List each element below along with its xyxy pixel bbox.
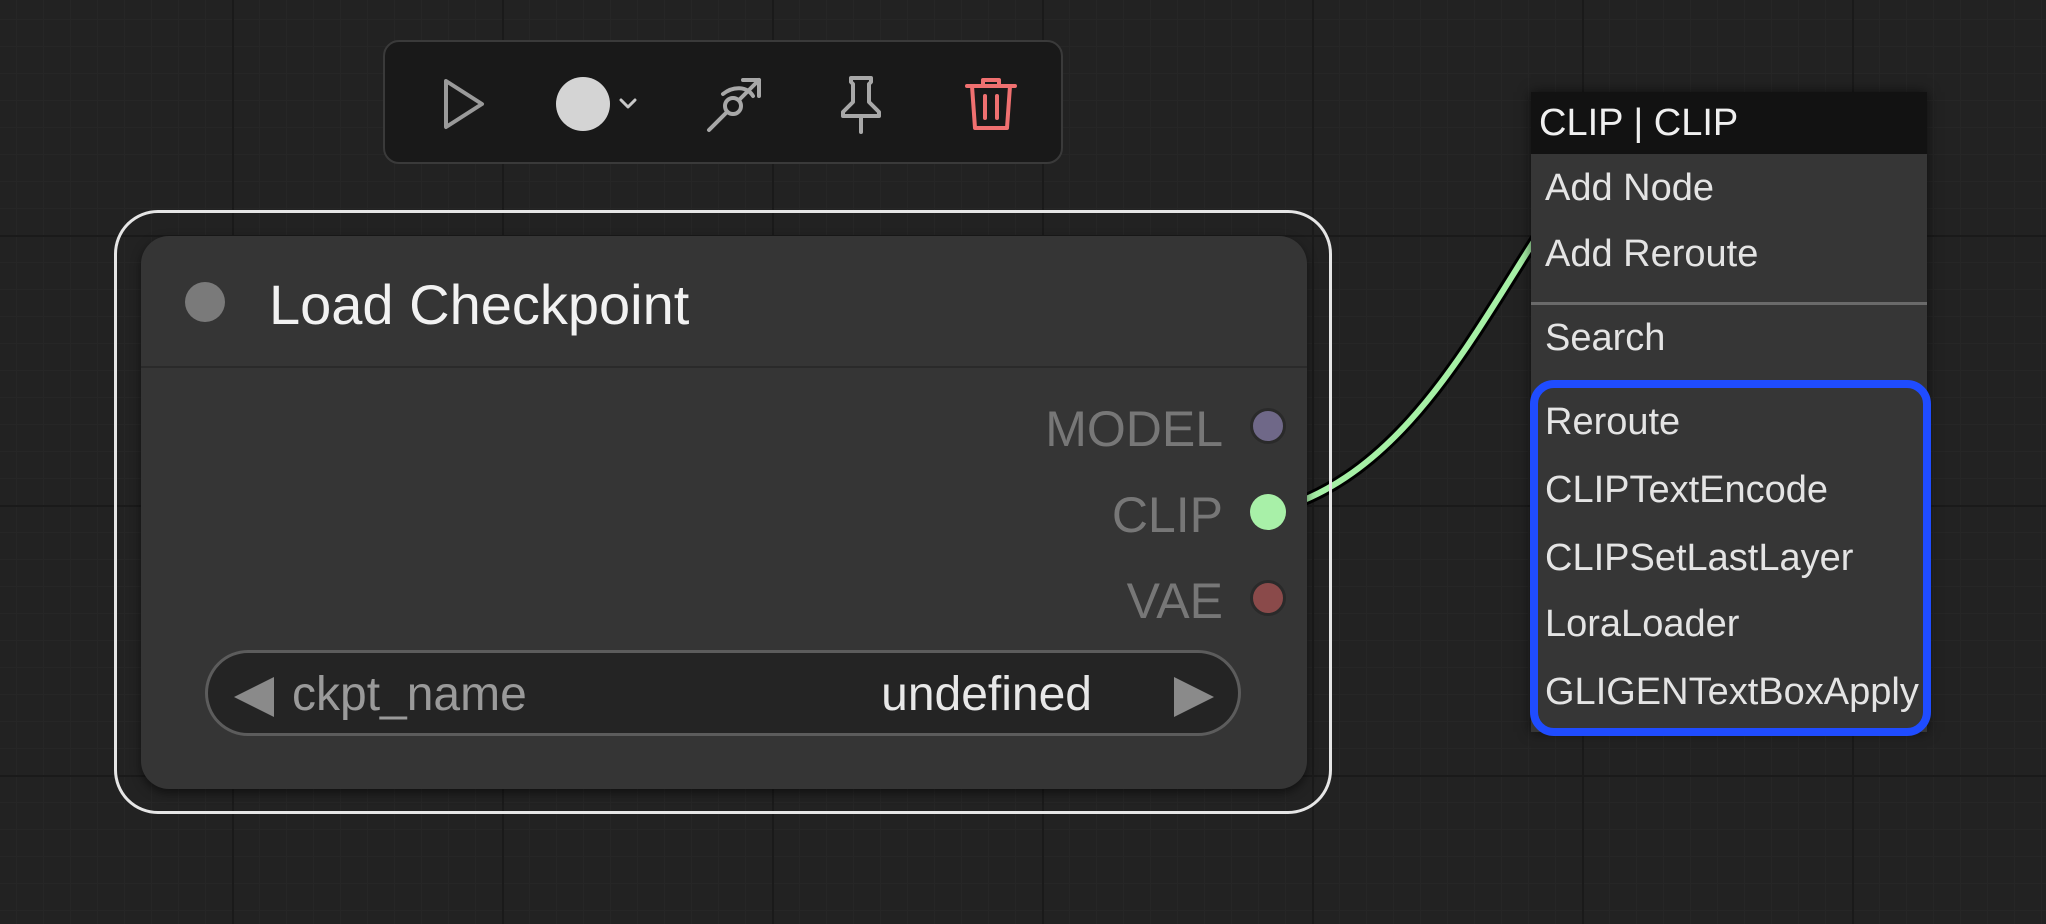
menu-item-loraloader[interactable]: LoraLoader: [1531, 592, 1927, 656]
ckpt-name-combo-widget[interactable]: ckpt_name undefined: [205, 650, 1241, 736]
circle-icon: [556, 77, 637, 131]
menu-item-clipsetlastlayer[interactable]: CLIPSetLastLayer: [1531, 526, 1927, 590]
menu-item-reroute[interactable]: Reroute: [1531, 390, 1927, 454]
node-title-bar[interactable]: Load Checkpoint: [141, 236, 1307, 368]
graph-canvas[interactable]: Load Checkpoint MODEL CLIP VAE ckpt_name…: [0, 0, 2046, 924]
bypass-button[interactable]: [695, 64, 775, 144]
widget-value[interactable]: undefined: [881, 667, 1092, 722]
menu-item-add-reroute[interactable]: Add Reroute: [1531, 222, 1927, 286]
increment-arrow-icon[interactable]: [1174, 677, 1214, 717]
bypass-icon: [707, 78, 761, 132]
pin-button[interactable]: [821, 64, 901, 144]
collapse-dot-icon[interactable]: [185, 282, 225, 322]
menu-item-gligentextboxapply[interactable]: GLIGENTextBoxApply: [1531, 660, 1927, 724]
output-label-vae: VAE: [1126, 573, 1223, 629]
menu-separator: [1531, 302, 1927, 305]
output-label-clip: CLIP: [1111, 487, 1223, 543]
menu-item-add-node[interactable]: Add Node: [1531, 156, 1927, 220]
output-slot-vae[interactable]: [1250, 580, 1286, 616]
menu-item-cliptextencode[interactable]: CLIPTextEncode: [1531, 458, 1927, 522]
delete-button[interactable]: [951, 64, 1031, 144]
execute-button[interactable]: [423, 64, 503, 144]
menu-item-search[interactable]: Search: [1531, 306, 1927, 370]
output-slot-clip[interactable]: [1250, 494, 1286, 530]
output-label-model: MODEL: [1045, 401, 1223, 457]
decrement-arrow-icon[interactable]: [234, 677, 274, 717]
trash-icon: [965, 78, 1017, 130]
load-checkpoint-node[interactable]: Load Checkpoint MODEL CLIP VAE ckpt_name…: [141, 236, 1307, 789]
link-release-context-menu: CLIP | CLIP Add Node Add Reroute Search …: [1531, 92, 1927, 732]
output-slot-model[interactable]: [1250, 408, 1286, 444]
menu-title: CLIP | CLIP: [1531, 92, 1927, 154]
selection-toolbox: [383, 40, 1063, 164]
color-picker-button[interactable]: [547, 64, 647, 144]
widget-name: ckpt_name: [292, 668, 527, 721]
pin-icon: [841, 76, 881, 134]
node-title: Load Checkpoint: [269, 273, 690, 336]
play-icon: [444, 79, 484, 129]
